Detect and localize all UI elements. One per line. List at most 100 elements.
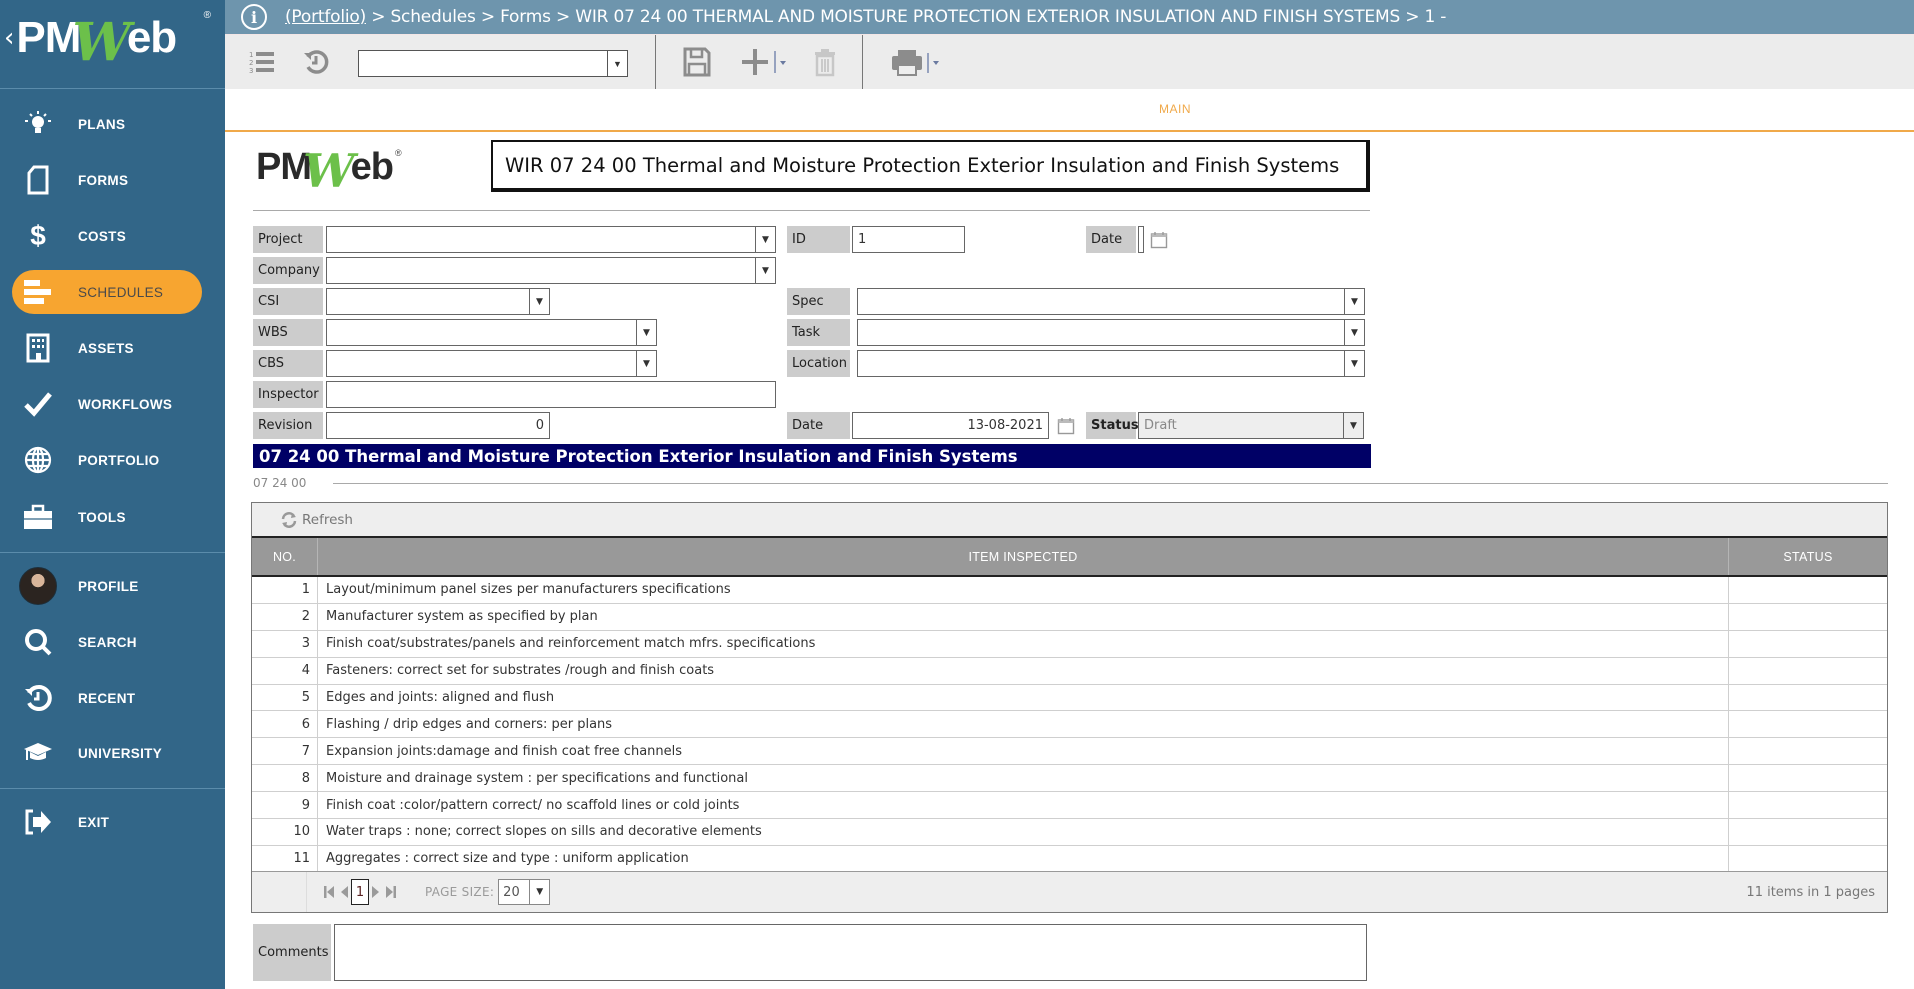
first-page-icon[interactable] xyxy=(323,884,335,900)
row-number: 1 xyxy=(252,577,318,603)
sidebar-item-plans[interactable]: PLANS xyxy=(12,102,202,146)
registered-mark: ® xyxy=(395,148,402,158)
project-select[interactable]: ▼ xyxy=(326,226,776,253)
chevron-down-icon[interactable]: ▼ xyxy=(529,289,549,314)
row-status-cell[interactable] xyxy=(1729,604,1887,630)
sidebar-item-profile[interactable]: PROFILE xyxy=(12,564,202,608)
page-size-select[interactable]: 20 ▼ xyxy=(498,879,551,905)
task-select[interactable]: ▼ xyxy=(857,319,1365,346)
wbs-select[interactable]: ▼ xyxy=(326,319,657,346)
checkmark-icon xyxy=(18,388,58,420)
add-icon[interactable] xyxy=(740,45,790,79)
info-icon[interactable]: i xyxy=(241,4,267,30)
location-select[interactable]: ▼ xyxy=(857,350,1365,377)
inspector-input[interactable] xyxy=(326,381,776,408)
csi-select[interactable]: ▼ xyxy=(326,288,550,315)
row-status-cell[interactable] xyxy=(1729,577,1887,603)
chevron-down-icon[interactable]: ▼ xyxy=(755,227,775,252)
row-status-cell[interactable] xyxy=(1729,765,1887,791)
sidebar-item-exit[interactable]: EXIT xyxy=(12,800,202,844)
form-content: PM Web ® WIR 07 24 00 Thermal and Moisture… xyxy=(225,132,1914,989)
row-status-cell[interactable] xyxy=(1729,711,1887,737)
print-icon[interactable] xyxy=(890,45,945,79)
row-status-cell[interactable] xyxy=(1729,658,1887,684)
delete-icon[interactable] xyxy=(813,45,837,79)
chevron-down-icon[interactable]: ▼ xyxy=(1344,351,1364,376)
cbs-select[interactable]: ▼ xyxy=(326,350,657,377)
table-row[interactable]: 3 Finish coat/substrates/panels and reinf… xyxy=(252,630,1887,658)
layout-select[interactable]: ▼ xyxy=(358,50,628,77)
row-status-cell[interactable] xyxy=(1729,685,1887,711)
sidebar-item-search[interactable]: SEARCH xyxy=(12,620,202,664)
chevron-down-icon[interactable]: ▼ xyxy=(1343,413,1363,438)
sidebar-item-forms[interactable]: FORMS xyxy=(12,158,202,202)
next-page-icon[interactable] xyxy=(371,884,381,900)
column-header-status[interactable]: STATUS xyxy=(1729,538,1887,575)
chevron-down-icon[interactable]: ▼ xyxy=(1344,289,1364,314)
status-select[interactable]: Draft ▼ xyxy=(1138,412,1364,439)
column-header-no[interactable]: NO. xyxy=(252,538,318,575)
calendar-icon[interactable] xyxy=(1057,417,1075,435)
row-number: 3 xyxy=(252,630,318,657)
row-item-inspected: Aggregates : correct size and type : uni… xyxy=(318,845,1729,872)
sidebar-item-assets[interactable]: ASSETS xyxy=(12,326,202,370)
date-input[interactable]: 13-08-2021 xyxy=(852,412,1049,439)
row-status-cell[interactable] xyxy=(1729,792,1887,818)
sidebar-item-costs[interactable]: $ COSTS xyxy=(12,214,202,258)
table-row[interactable]: 2 Manufacturer system as specified by pla… xyxy=(252,603,1887,631)
date-top-input[interactable] xyxy=(1138,226,1144,253)
table-row[interactable]: 7 Expansion joints:damage and finish coat… xyxy=(252,738,1887,766)
refresh-button[interactable]: Refresh xyxy=(280,511,353,529)
chevron-down-icon[interactable]: ▼ xyxy=(636,320,656,345)
table-row[interactable]: 4 Fasteners: correct set for substrates /… xyxy=(252,657,1887,685)
grid-toolbar: Refresh xyxy=(252,503,1887,538)
table-row[interactable]: 11 Aggregates : correct size and type : u… xyxy=(252,845,1887,873)
revision-input[interactable]: 0 xyxy=(326,412,550,439)
back-chevron-icon[interactable]: ‹ xyxy=(4,23,14,53)
sidebar-item-workflows[interactable]: WORKFLOWS xyxy=(12,382,202,426)
tab-bar: MAIN xyxy=(225,89,1914,132)
breadcrumb-portfolio-link[interactable]: (Portfolio) xyxy=(285,7,366,27)
current-page[interactable]: 1 xyxy=(351,879,369,905)
nav-divider xyxy=(0,788,225,789)
comments-textarea[interactable] xyxy=(334,924,1367,981)
id-value: 1 xyxy=(858,232,867,247)
column-header-item[interactable]: ITEM INSPECTED xyxy=(318,538,1729,575)
list-icon[interactable]: 123 xyxy=(247,45,277,79)
last-page-icon[interactable] xyxy=(385,884,397,900)
pmweb-logo[interactable]: ‹ PM Web ® xyxy=(4,8,219,73)
chevron-down-icon[interactable]: ▼ xyxy=(755,258,775,283)
nav-divider xyxy=(0,552,225,553)
chevron-down-icon[interactable]: ▼ xyxy=(529,880,549,904)
sidebar-item-portfolio[interactable]: PORTFOLIO xyxy=(12,438,202,482)
spec-select[interactable]: ▼ xyxy=(857,288,1365,315)
breadcrumb: (Portfolio) > Schedules > Forms > WIR 07… xyxy=(285,7,1446,27)
date-label: Date xyxy=(787,412,850,439)
chevron-down-icon[interactable]: ▼ xyxy=(1344,320,1364,345)
sidebar-item-schedules[interactable]: SCHEDULES xyxy=(12,270,202,314)
chevron-down-icon[interactable]: ▼ xyxy=(636,351,656,376)
chevron-down-icon[interactable]: ▼ xyxy=(607,51,627,76)
prev-page-icon[interactable] xyxy=(339,884,349,900)
row-status-cell[interactable] xyxy=(1729,631,1887,657)
table-row[interactable]: 1 Layout/minimum panel sizes per manufact… xyxy=(252,577,1887,604)
row-item-inspected: Layout/minimum panel sizes per manufactu… xyxy=(318,577,1729,603)
table-row[interactable]: 10 Water traps : none; correct slopes on … xyxy=(252,819,1887,846)
company-select[interactable]: ▼ xyxy=(326,257,776,284)
calendar-icon[interactable] xyxy=(1150,231,1168,249)
sidebar-item-tools[interactable]: TOOLS xyxy=(12,495,202,539)
search-icon xyxy=(18,626,58,658)
history-icon[interactable] xyxy=(301,45,331,79)
row-status-cell[interactable] xyxy=(1729,738,1887,764)
row-status-cell[interactable] xyxy=(1729,846,1887,872)
save-icon[interactable] xyxy=(683,45,711,79)
sidebar-item-recent[interactable]: RECENT xyxy=(12,676,202,720)
tab-main[interactable]: MAIN xyxy=(1159,102,1191,116)
table-row[interactable]: 6 Flashing / drip edges and corners: per … xyxy=(252,711,1887,739)
row-status-cell[interactable] xyxy=(1729,819,1887,845)
id-input[interactable]: 1 xyxy=(852,226,965,253)
sidebar-item-university[interactable]: UNIVERSITY xyxy=(12,731,202,775)
table-row[interactable]: 5 Edges and joints: aligned and flush xyxy=(252,684,1887,712)
table-row[interactable]: 8 Moisture and drainage system : per spec… xyxy=(252,765,1887,793)
table-row[interactable]: 9 Finish coat :color/pattern correct/ no … xyxy=(252,792,1887,820)
